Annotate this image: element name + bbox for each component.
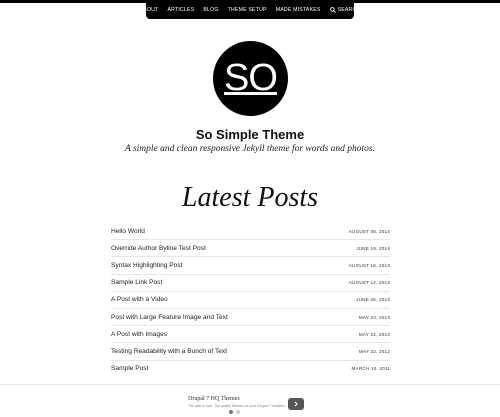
post-title-link[interactable]: Override Author Byline Test Post bbox=[111, 245, 206, 252]
search-label: SEARCH bbox=[337, 6, 361, 13]
pagination-dot[interactable] bbox=[229, 410, 233, 414]
post-date: MAY 22, 2013 bbox=[358, 331, 390, 337]
nav-item-blog[interactable]: BLOG bbox=[203, 7, 218, 13]
ad-banner[interactable]: Drupal 7 HQ Themes The wait is over. Top… bbox=[186, 396, 306, 412]
nav-item-made-mistakes[interactable]: MADE MISTAKES bbox=[276, 7, 321, 13]
post-title-link[interactable]: Sample Post bbox=[111, 365, 148, 372]
post-title-link[interactable]: A Post with Images bbox=[111, 331, 167, 338]
list-item: Sample Link Post AUGUST 12, 2013 bbox=[111, 275, 390, 292]
pagination-dot[interactable] bbox=[236, 410, 240, 414]
ad-subtitle: The wait is over. Top quality themes for… bbox=[188, 404, 286, 408]
post-date: AUGUST 12, 2013 bbox=[348, 280, 390, 286]
search-icon bbox=[329, 6, 336, 13]
list-item: A Post with Images MAY 22, 2013 bbox=[111, 326, 390, 344]
post-date: MAY 22, 2012 bbox=[358, 348, 390, 354]
list-item: Syntax Highlighting Post AUGUST 16, 2013 bbox=[111, 257, 390, 275]
post-title-link[interactable]: Hello World bbox=[111, 228, 145, 235]
post-date: JUNE 25, 2013 bbox=[356, 297, 390, 303]
latest-posts-heading: Latest Posts bbox=[181, 182, 319, 213]
post-date: AUGUST 16, 2013 bbox=[348, 262, 390, 268]
nav-search-link[interactable]: SEARCH bbox=[329, 6, 361, 13]
list-item: Hello World AUGUST 06, 2014 bbox=[111, 223, 390, 241]
post-title-link[interactable]: Testing Readability with a Bunch of Text bbox=[111, 348, 227, 355]
post-title-link[interactable]: Post with Large Feature Image and Text bbox=[111, 314, 228, 321]
ad-next-button[interactable] bbox=[288, 398, 304, 410]
post-date: MARCH 10, 2011 bbox=[351, 366, 390, 372]
ad-pagination bbox=[229, 410, 240, 414]
site-logo[interactable]: SO bbox=[213, 41, 288, 116]
chevron-right-icon bbox=[294, 401, 298, 407]
logo-text: SO bbox=[224, 57, 278, 99]
list-item: Override Author Byline Test Post JUNE 19… bbox=[111, 240, 390, 258]
ad-title: Drupal 7 HQ Themes bbox=[188, 396, 240, 402]
nav-item-articles[interactable]: ARTICLES bbox=[168, 7, 195, 13]
post-title-link[interactable]: Sample Link Post bbox=[111, 279, 162, 286]
post-date: AUGUST 06, 2014 bbox=[348, 228, 390, 234]
list-item: Post with Large Feature Image and Text M… bbox=[111, 309, 390, 327]
nav-item-theme-setup[interactable]: THEME SETUP bbox=[228, 7, 267, 13]
post-title-link[interactable]: A Post with a Video bbox=[111, 296, 168, 303]
post-date: MAY 23, 2013 bbox=[358, 314, 390, 320]
post-list: Hello World AUGUST 06, 2014 Override Aut… bbox=[111, 223, 390, 377]
site-title[interactable]: So Simple Theme bbox=[0, 127, 500, 142]
list-item: A Post with a Video JUNE 25, 2013 bbox=[111, 292, 390, 309]
post-title-link[interactable]: Syntax Highlighting Post bbox=[111, 262, 182, 269]
post-date: JUNE 19, 2014 bbox=[356, 245, 390, 251]
main-nav: ABOUT ARTICLES BLOG THEME SETUP MADE MIS… bbox=[140, 0, 360, 19]
nav-item-about[interactable]: ABOUT bbox=[140, 7, 159, 13]
footer-divider bbox=[0, 384, 500, 385]
list-item: Sample Post MARCH 10, 2011 bbox=[111, 361, 390, 377]
site-description: A simple and clean responsive Jekyll the… bbox=[124, 144, 376, 154]
list-item: Testing Readability with a Bunch of Text… bbox=[111, 343, 390, 361]
